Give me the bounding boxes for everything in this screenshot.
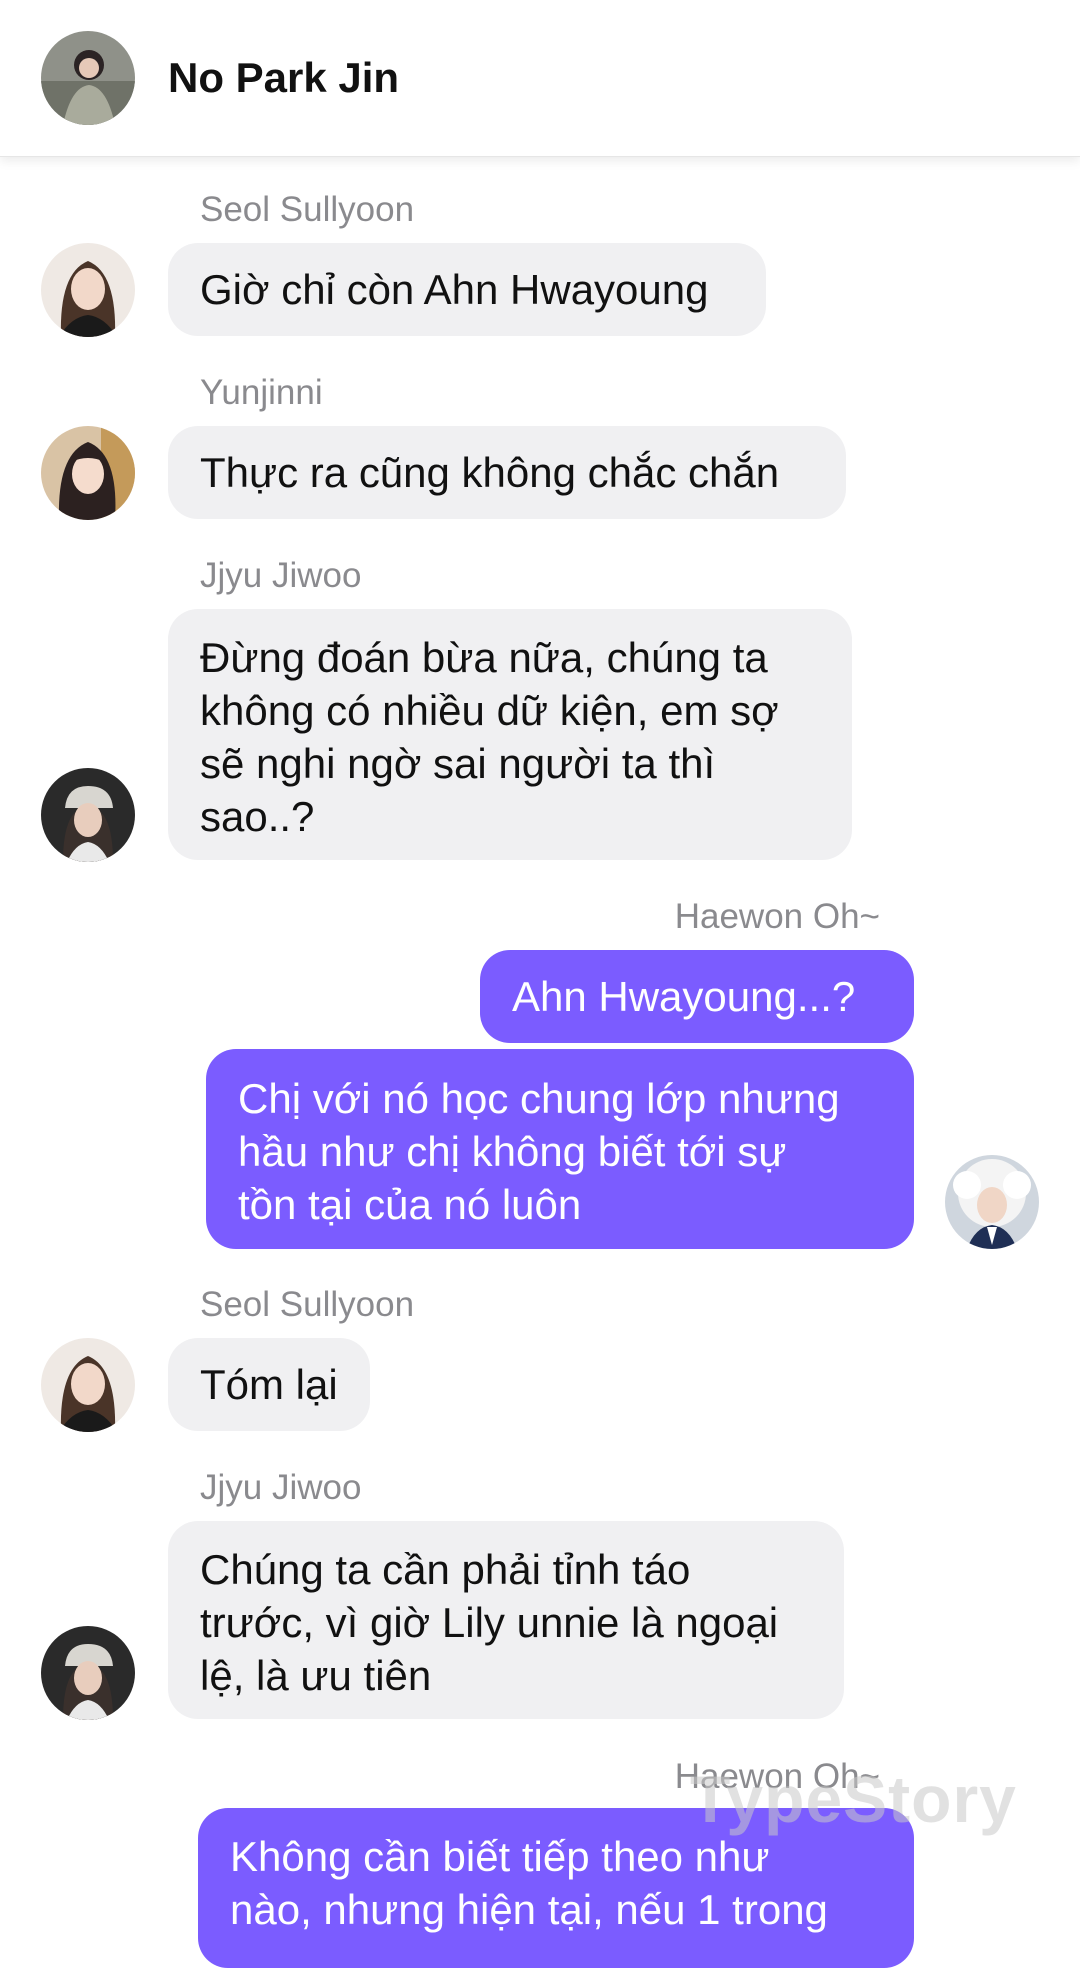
message-text: Tóm lại	[200, 1361, 338, 1408]
sender-name: Jjyu Jiwoo	[200, 1468, 362, 1507]
message-bubble[interactable]: Chúng ta cần phải tỉnh táo trước, vì giờ…	[168, 1521, 844, 1719]
avatar-jjyu-jiwoo[interactable]	[41, 1626, 135, 1720]
sender-name: Seol Sullyoon	[200, 190, 415, 229]
sender-name: Jjyu Jiwoo	[200, 556, 362, 595]
avatar-seol-sullyoon[interactable]	[41, 1338, 135, 1432]
message-text-line: sẽ nghi ngờ sai người ta thì	[200, 740, 716, 787]
watermark: TypeStory	[690, 1762, 1017, 1836]
chat-header: No Park Jin	[0, 0, 1080, 157]
message-text-line: không có nhiều dữ kiện, em sợ	[200, 687, 779, 734]
message-bubble-outgoing[interactable]: Chị với nó học chung lớp nhưng hầu như c…	[206, 1049, 914, 1249]
message-text-line: Chị với nó học chung lớp nhưng	[238, 1075, 840, 1122]
message-text-line: tồn tại của nó luôn	[238, 1181, 582, 1228]
message-text-line: lệ, là ưu tiên	[200, 1652, 432, 1699]
message-text-line: Không cần biết tiếp theo như	[230, 1833, 770, 1880]
message-text: Ahn Hwayoung...?	[512, 973, 856, 1020]
message-bubble[interactable]: Tóm lại	[168, 1338, 370, 1431]
group-avatar[interactable]	[41, 31, 135, 125]
message-text-line: Chúng ta cần phải tỉnh táo	[200, 1546, 691, 1593]
avatar-yunjinni[interactable]	[41, 426, 135, 520]
chat-title: No Park Jin	[168, 54, 400, 101]
avatar-jjyu-jiwoo[interactable]	[41, 768, 135, 862]
avatar-haewon-oh[interactable]	[945, 1155, 1039, 1249]
message-text-line: trước, vì giờ Lily unnie là ngoại	[200, 1599, 779, 1646]
avatar-seol-sullyoon[interactable]	[41, 243, 135, 337]
message-text-line: hầu như chị không biết tới sự	[238, 1128, 787, 1175]
message-text-line: Đừng đoán bừa nữa, chúng ta	[200, 634, 768, 681]
message-bubble-outgoing[interactable]: Ahn Hwayoung...?	[480, 950, 914, 1043]
sender-name: Yunjinni	[200, 373, 323, 412]
message-text: Giờ chỉ còn Ahn Hwayoung	[200, 266, 709, 313]
message-text-line: sao..?	[200, 793, 315, 840]
sender-name: Haewon Oh~	[674, 897, 880, 936]
sender-name: Seol Sullyoon	[200, 1285, 415, 1324]
message-text-line: nào, nhưng hiện tại, nếu 1 trong	[230, 1886, 828, 1933]
message-bubble[interactable]: Giờ chỉ còn Ahn Hwayoung	[168, 243, 766, 336]
message-bubble[interactable]: Thực ra cũng không chắc chắn	[168, 426, 846, 519]
message-bubble[interactable]: Đừng đoán bừa nữa, chúng ta không có nhi…	[168, 609, 852, 860]
message-text: Thực ra cũng không chắc chắn	[200, 449, 780, 496]
